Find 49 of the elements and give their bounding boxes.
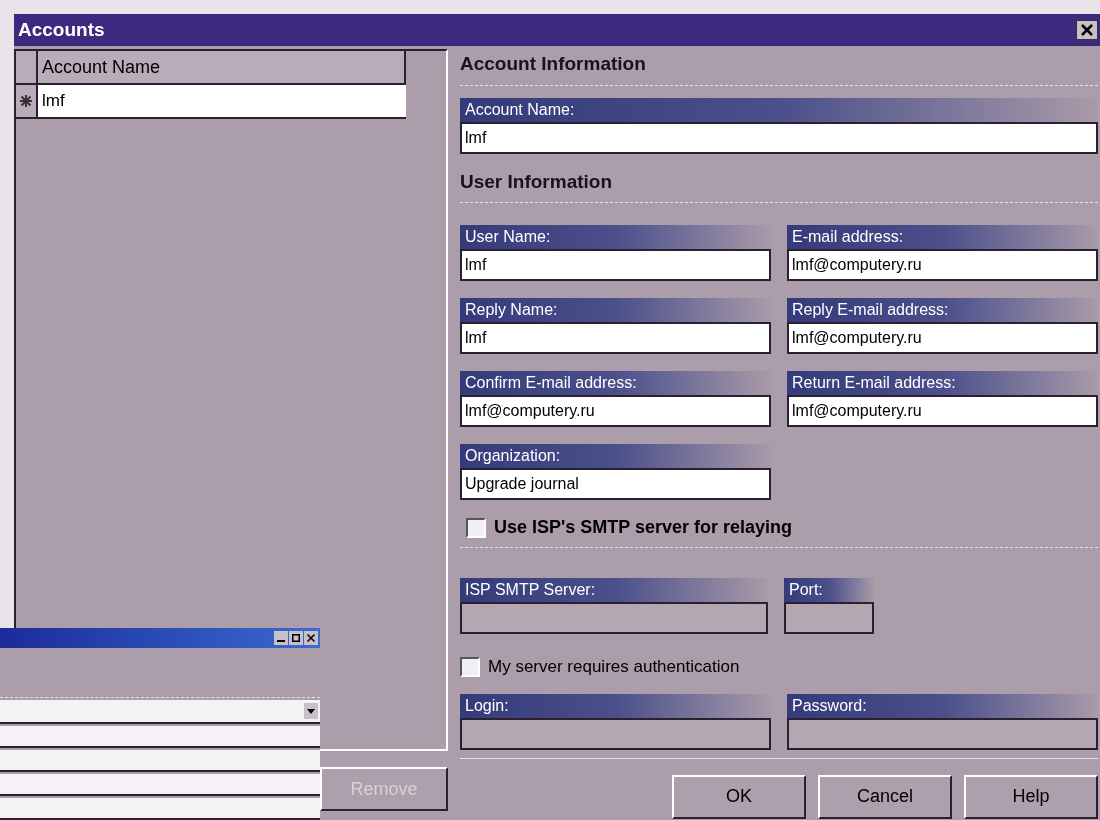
row-marker-icon	[20, 95, 32, 107]
close-icon	[307, 634, 315, 642]
field-label: Reply E-mail address:	[787, 298, 1098, 322]
input-field[interactable]: lmf@computery.ru	[787, 395, 1098, 427]
row-header-cell[interactable]	[16, 85, 38, 117]
field-label: Account Name:	[460, 97, 1098, 122]
section-heading: User Information	[460, 169, 614, 194]
checkbox-label: Use ISP's SMTP server for relaying	[494, 516, 793, 539]
field-label: ISP SMTP Server:	[460, 578, 768, 602]
input-field[interactable]	[0, 798, 320, 820]
dialog-button[interactable]: OK	[672, 774, 806, 819]
dialog-button[interactable]: Help	[964, 774, 1098, 819]
input-field[interactable]	[0, 750, 320, 772]
maximize-button[interactable]	[289, 631, 303, 645]
field-label: Return E-mail address:	[787, 371, 1098, 395]
window-title: Accounts	[18, 17, 105, 42]
field-label: Confirm E-mail address:	[460, 371, 771, 395]
field-label: Login:	[460, 693, 771, 718]
input-field[interactable]: Upgrade journal	[460, 468, 771, 500]
checkbox[interactable]	[466, 517, 486, 538]
table-cell[interactable]: lmf	[38, 85, 406, 117]
input-field[interactable]: lmf@computery.ru	[787, 322, 1098, 354]
input-field[interactable]: lmf	[460, 322, 771, 354]
checkbox-label: My server requires authentication	[488, 656, 740, 678]
caret-icon	[304, 703, 318, 719]
minimize-button[interactable]	[274, 631, 288, 645]
input-field[interactable]	[0, 774, 320, 796]
input-field[interactable]: lmf	[460, 121, 1098, 154]
field-label: E-mail address:	[787, 225, 1098, 249]
field-label: Port:	[784, 578, 874, 602]
corner-header-cell[interactable]	[16, 51, 38, 83]
minimize-icon	[277, 640, 285, 642]
field-label: Password:	[787, 693, 1098, 718]
field-label: User Name:	[460, 225, 771, 249]
field-label: Reply Name:	[460, 298, 771, 322]
section-heading: Account Information	[460, 52, 647, 76]
close-button[interactable]	[1076, 20, 1098, 40]
dialog-button[interactable]: Cancel	[818, 774, 952, 819]
close-button[interactable]	[304, 631, 318, 645]
field-label: Organization:	[460, 444, 771, 468]
input-field[interactable]: lmf@computery.ru	[787, 249, 1098, 281]
close-icon	[1081, 24, 1093, 36]
dropdown-field[interactable]	[0, 700, 320, 724]
input-field[interactable]: lmf	[460, 249, 771, 281]
input-field[interactable]: lmf@computery.ru	[460, 395, 771, 427]
maximize-icon	[292, 634, 300, 642]
checkbox[interactable]	[460, 656, 480, 677]
column-header[interactable]: Account Name	[38, 51, 406, 83]
input-field[interactable]	[0, 726, 320, 748]
